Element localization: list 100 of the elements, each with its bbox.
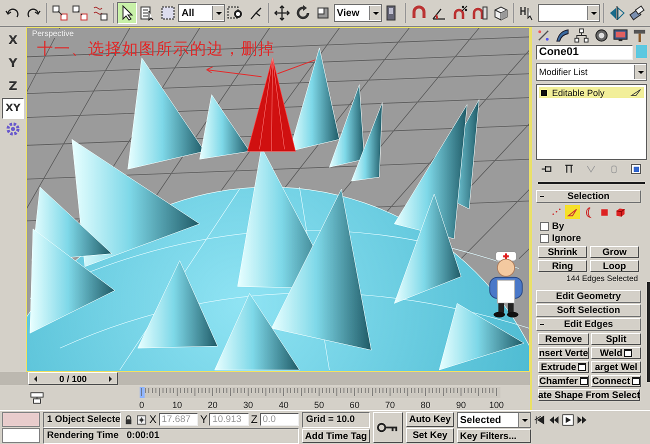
edit-edges-button[interactable]: Remove: [538, 333, 590, 345]
previous-key-icon[interactable]: [534, 414, 546, 426]
selection-count: 1 Object Selecte: [43, 412, 121, 428]
object-name-field[interactable]: Cone01: [536, 45, 633, 60]
window-crossing-icon: [227, 5, 244, 21]
rollout-header[interactable]: Soft Selection: [536, 304, 641, 317]
frame-number: 90: [456, 399, 466, 410]
move-icon: [274, 5, 290, 21]
configure-icon[interactable]: [630, 163, 642, 175]
frame-number: 60: [350, 399, 360, 410]
edit-edges-button[interactable]: Extrude: [538, 361, 590, 373]
y-label: Y: [200, 414, 208, 426]
edit-edges-button[interactable]: Connect: [591, 375, 642, 387]
edge-level-button[interactable]: [565, 205, 580, 219]
x-label: X: [149, 414, 157, 426]
bind-icon: [92, 5, 108, 21]
axis-constraint-button[interactable]: Y: [2, 52, 24, 73]
curve-editor-icon[interactable]: [30, 390, 44, 404]
frame-number: 0: [139, 399, 144, 410]
prompt-text: Rendering Time: [47, 429, 119, 443]
axis-constraint-button[interactable]: X: [2, 29, 24, 50]
edit-edges-button[interactable]: Weld: [591, 347, 642, 359]
percent-snap-icon: [452, 5, 468, 21]
play-icon[interactable]: [562, 414, 574, 426]
display-icon[interactable]: [612, 28, 628, 43]
absolute-mode-icon[interactable]: [136, 414, 148, 426]
link-icon: [52, 5, 68, 21]
mirror-icon: [608, 5, 625, 21]
spinner-snap-icon: [472, 5, 488, 21]
align-icon: [629, 5, 646, 21]
edit-edges-button[interactable]: nsert Verte: [538, 347, 590, 359]
edit-edges-button[interactable]: arget Wel: [591, 361, 642, 373]
selection-button[interactable]: Ring: [538, 260, 587, 272]
rollout-header[interactable]: Edit Geometry: [536, 290, 641, 303]
frame-number: 50: [314, 399, 324, 410]
frame-number: 70: [385, 399, 395, 410]
selection-filter-dropdown[interactable]: All: [178, 4, 225, 22]
pipe-icon[interactable]: [563, 163, 576, 175]
frame-number: 10: [172, 399, 182, 410]
time-slider[interactable]: 0 / 100: [28, 372, 118, 385]
pointer-button[interactable]: [117, 2, 137, 24]
magnet-icon: [410, 5, 427, 21]
dashed-rectangle-icon: [160, 5, 176, 21]
grid-size: Grid = 10.0: [302, 412, 370, 428]
add-time-tag-button[interactable]: Add Time Tag: [302, 429, 370, 443]
rotate-icon: [294, 5, 311, 21]
settings-icon[interactable]: [632, 377, 640, 385]
edit-edges-button[interactable]: Split: [591, 333, 642, 345]
object-color-swatch[interactable]: [636, 45, 647, 58]
named-selection-dropdown[interactable]: [538, 4, 600, 22]
expand-icon[interactable]: [541, 90, 547, 96]
script-listener-field[interactable]: [2, 412, 40, 427]
modify-icon[interactable]: [555, 28, 570, 43]
rollout-header[interactable]: Selection: [536, 190, 641, 203]
hierarchy-icon[interactable]: [574, 28, 590, 43]
frame-number: 100: [489, 399, 504, 410]
frame-number: 20: [208, 399, 218, 410]
lock-icon[interactable]: [123, 414, 134, 426]
frame-number: 30: [243, 399, 254, 410]
rollout-header[interactable]: Edit Edges: [536, 318, 641, 331]
pin-stack-icon[interactable]: [541, 163, 554, 175]
key-filters-button[interactable]: Key Filters...: [457, 429, 531, 443]
axis-constraint-button[interactable]: XY: [2, 98, 24, 119]
previous-frame-icon[interactable]: [548, 414, 560, 426]
edit-edges-button[interactable]: Chamfer: [538, 375, 590, 387]
script-listener-field[interactable]: [2, 428, 40, 443]
set-key-button[interactable]: [373, 412, 403, 443]
box-icon: [492, 5, 509, 21]
annotation-text: 十一、选择如图所示的边，删掉: [37, 39, 275, 60]
stack-item[interactable]: Editable Poly: [539, 87, 644, 98]
selection-button[interactable]: Shrink: [538, 246, 587, 258]
hammer-icon[interactable]: [632, 28, 647, 43]
z-label: Z: [250, 414, 258, 426]
key-icon: [377, 422, 399, 433]
unlink-icon: [72, 5, 88, 21]
key-mode-dropdown[interactable]: Selected: [457, 412, 531, 428]
checkbox-label: By: [552, 221, 564, 232]
auto-key-button[interactable]: Auto Key: [406, 412, 454, 427]
checkbox-label: Ignore: [552, 233, 582, 244]
element-icon: [614, 206, 627, 218]
coordinate-system-dropdown[interactable]: View: [334, 4, 382, 22]
motion-icon[interactable]: [594, 28, 609, 43]
gear-icon[interactable]: [5, 121, 21, 137]
set-key-toggle[interactable]: Set Key: [406, 428, 454, 443]
scale-icon: [315, 5, 331, 21]
frame-number: 80: [420, 399, 430, 410]
checkbox[interactable]: [540, 222, 549, 231]
settings-icon[interactable]: [624, 349, 632, 357]
list-icon: [139, 5, 156, 21]
frame-number: 40: [278, 399, 289, 410]
selection-button[interactable]: Grow: [590, 246, 639, 258]
next-frame-icon[interactable]: [576, 414, 588, 426]
selection-status: 144 Edges Selected: [565, 274, 639, 284]
render-time: 0:00:01: [126, 429, 160, 443]
axis-constraint-button[interactable]: Z: [2, 75, 24, 96]
checkbox[interactable]: [540, 234, 549, 243]
modifier-list-dropdown[interactable]: Modifier List: [536, 63, 647, 81]
selection-button[interactable]: Loop: [590, 260, 639, 272]
edge-level-icon: [630, 88, 642, 97]
frame-ruler[interactable]: [140, 386, 500, 398]
